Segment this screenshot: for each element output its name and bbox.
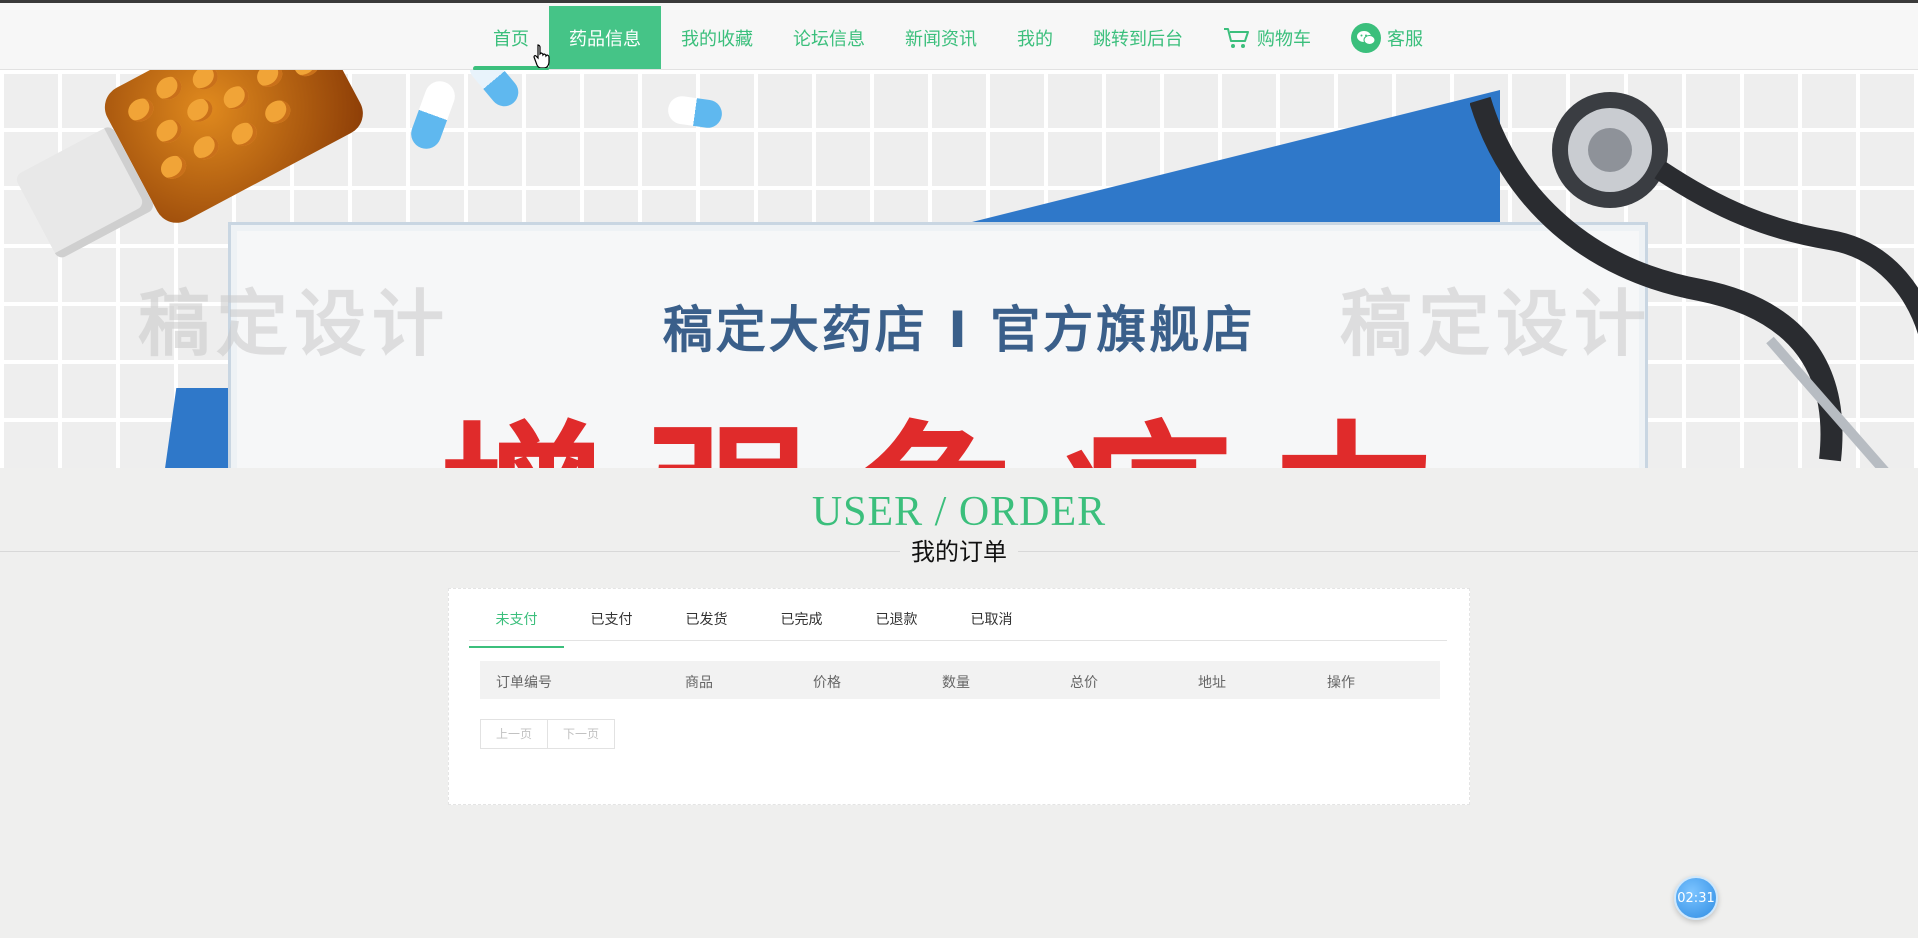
- nav-forum[interactable]: 论坛信息: [773, 6, 885, 69]
- nav-home[interactable]: 首页: [473, 6, 549, 71]
- main-nav: 首页 药品信息 我的收藏 论坛信息 新闻资讯 我的 跳转到后台 购物车 客服: [473, 6, 1443, 71]
- nav-medicine-info-label: 药品信息: [569, 28, 641, 50]
- nav-admin-backend[interactable]: 跳转到后台: [1073, 6, 1203, 69]
- nav-admin-backend-label: 跳转到后台: [1093, 28, 1183, 50]
- top-navbar: 首页 药品信息 我的收藏 论坛信息 新闻资讯 我的 跳转到后台 购物车 客服: [0, 0, 1918, 71]
- nav-customer-service[interactable]: 客服: [1331, 6, 1443, 69]
- section-title-cn: 我的订单: [900, 536, 1018, 568]
- wechat-icon: [1351, 22, 1381, 53]
- next-page-button[interactable]: 下一页: [548, 719, 616, 749]
- tab-unpaid[interactable]: 未支付: [469, 607, 564, 648]
- pagination: 上一页 下一页: [480, 719, 616, 749]
- timer-value: 02:31: [1677, 890, 1715, 906]
- orders-table-header: 订单编号 商品 价格 数量 总价 地址 操作: [480, 661, 1440, 699]
- column-header-price: 价格: [813, 675, 841, 691]
- cart-icon: [1223, 26, 1251, 50]
- capsule-image: [666, 94, 724, 130]
- hero-banner: 稿定设计 稿定设计 稿定大药店 I 官方旗舰店 增强免疫力: [0, 70, 1918, 468]
- tab-completed[interactable]: 已完成: [754, 607, 849, 640]
- nav-cart-label: 购物车: [1257, 28, 1311, 50]
- tab-shipped[interactable]: 已发货: [659, 607, 754, 640]
- capsule-image: [406, 76, 460, 154]
- column-header-order-number: 订单编号: [496, 675, 552, 691]
- order-status-tabs: 未支付 已支付 已发货 已完成 已退款 已取消: [469, 607, 1447, 648]
- nav-news-label: 新闻资讯: [905, 28, 977, 50]
- nav-my-favorites-label: 我的收藏: [681, 28, 753, 50]
- nav-my[interactable]: 我的: [997, 6, 1073, 69]
- column-header-address: 地址: [1198, 675, 1226, 691]
- prev-page-button[interactable]: 上一页: [480, 719, 549, 749]
- column-header-actions: 操作: [1327, 675, 1355, 691]
- nav-cart[interactable]: 购物车: [1203, 6, 1331, 69]
- nav-customer-service-label: 客服: [1387, 28, 1423, 50]
- orders-panel: 未支付 已支付 已发货 已完成 已退款 已取消 订单编号 商品 价格 数量 总价…: [448, 588, 1470, 805]
- column-header-product: 商品: [685, 675, 713, 691]
- banner-blue-shape: [940, 90, 1500, 230]
- banner-headline: 增强免疫力: [0, 420, 1918, 468]
- floating-timer-badge[interactable]: 02:31: [1674, 876, 1718, 920]
- column-header-quantity: 数量: [942, 675, 970, 691]
- section-title-en: USER / ORDER: [811, 489, 1107, 535]
- nav-medicine-info[interactable]: 药品信息: [549, 6, 661, 69]
- tab-paid[interactable]: 已支付: [564, 607, 659, 640]
- tab-refunded[interactable]: 已退款: [849, 607, 944, 640]
- capsule-image: [463, 70, 525, 112]
- nav-home-label: 首页: [493, 28, 529, 50]
- nav-news[interactable]: 新闻资讯: [885, 6, 997, 69]
- column-header-total: 总价: [1070, 675, 1098, 691]
- nav-forum-label: 论坛信息: [793, 28, 865, 50]
- banner-subtitle: 稿定大药店 I 官方旗舰店: [662, 301, 1256, 359]
- nav-my-label: 我的: [1017, 28, 1053, 50]
- tab-cancelled[interactable]: 已取消: [944, 607, 1039, 640]
- nav-my-favorites[interactable]: 我的收藏: [661, 6, 773, 69]
